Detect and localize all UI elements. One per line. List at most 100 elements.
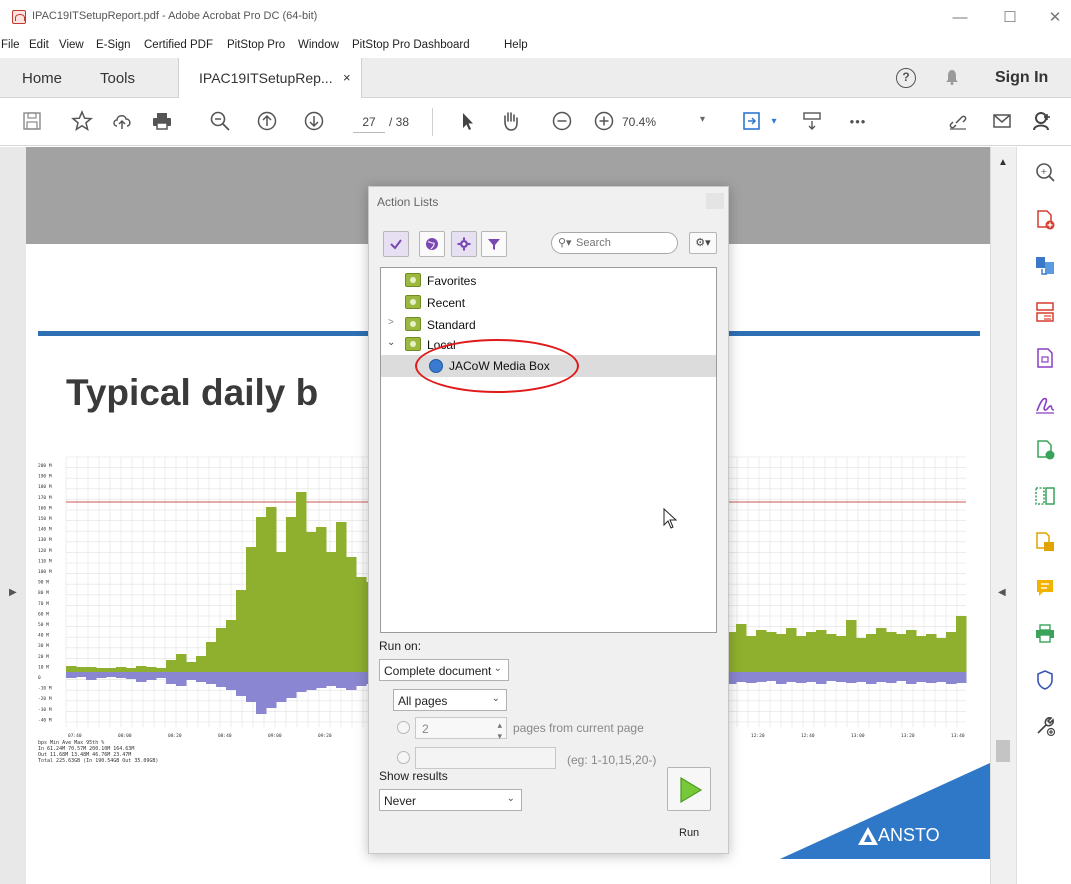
comment-icon[interactable] [1034, 577, 1056, 599]
pages-from-current-radio[interactable] [397, 721, 410, 734]
menu-edit[interactable]: Edit [29, 39, 49, 51]
menu-view[interactable]: View [59, 39, 84, 51]
zoom-in-icon[interactable] [592, 110, 616, 134]
run-on-select[interactable]: Complete document ⌄ [379, 659, 509, 681]
tree-item-jacow-media-box[interactable]: JACoW Media Box [381, 355, 716, 377]
minimize-button[interactable]: — [945, 6, 975, 30]
upload-cloud-icon[interactable] [110, 110, 134, 134]
pages-count-stepper[interactable]: 2 ▴ ▾ [415, 717, 507, 742]
search-field[interactable]: ⚲▾ [551, 232, 678, 254]
expand-left-panel-icon[interactable]: ▶ [9, 587, 17, 598]
dialog-close-button[interactable] [706, 193, 724, 209]
tab-home[interactable]: Home [22, 70, 62, 87]
tree-item-standard[interactable]: > Standard [381, 314, 716, 336]
svg-text:100 M: 100 M [38, 569, 52, 575]
print-production-icon[interactable] [1034, 623, 1056, 645]
close-tab-icon[interactable]: × [343, 70, 351, 85]
tree-item-favorites[interactable]: Favorites [381, 270, 716, 292]
previous-page-icon[interactable] [255, 110, 279, 134]
tab-tools[interactable]: Tools [100, 70, 135, 87]
menu-bar: File Edit View E-Sign Certified PDF PitS… [0, 37, 1071, 55]
action-list-tree[interactable]: Favorites Recent > Standard ⌄ Local JACo… [380, 267, 717, 633]
page-range-input[interactable] [415, 747, 556, 769]
ansto-logo-icon [858, 827, 878, 845]
zoom-out-icon[interactable] [550, 110, 574, 134]
zoom-out-magnifier-icon[interactable] [208, 110, 232, 134]
bell-icon[interactable] [945, 69, 959, 85]
svg-text:130 M: 130 M [38, 537, 52, 543]
pages-select[interactable]: All pages ⌄ [393, 689, 507, 711]
scrollbar-thumb[interactable] [996, 740, 1010, 762]
search-icon: ⚲▾ [558, 237, 572, 249]
filter-funnel-icon[interactable] [481, 231, 507, 257]
sign-in-button[interactable]: Sign In [995, 69, 1048, 87]
zoom-dropdown-arrow-icon[interactable]: ▾ [700, 114, 705, 125]
page-range-radio[interactable] [397, 751, 410, 764]
stepper-arrows-icon[interactable]: ▴ ▾ [497, 720, 502, 742]
menu-file[interactable]: File [1, 39, 20, 51]
svg-text:150 M: 150 M [38, 516, 52, 522]
tree-item-label: Recent [427, 296, 466, 310]
show-results-select[interactable]: Never ⌄ [379, 789, 522, 811]
tab-bar: Home Tools IPAC19ITSetupRep... × ? Sign … [0, 58, 1071, 98]
bookmark-star-icon[interactable] [70, 110, 94, 134]
page-fit-icon[interactable] [740, 110, 764, 134]
menu-window[interactable]: Window [298, 39, 339, 51]
help-icon[interactable]: ? [896, 68, 916, 88]
email-icon[interactable] [990, 110, 1014, 134]
run-button[interactable] [667, 767, 711, 811]
tree-item-recent[interactable]: Recent [381, 292, 716, 314]
menu-certified-pdf[interactable]: Certified PDF [144, 39, 213, 51]
organize-pages-icon[interactable] [1034, 301, 1056, 323]
maximize-button[interactable]: ☐ [995, 6, 1025, 30]
menu-pitstop-pro[interactable]: PitStop Pro [227, 39, 285, 51]
svg-text:20 M: 20 M [38, 654, 49, 660]
options-gear-icon[interactable]: ⚙▾ [689, 232, 717, 254]
print-icon[interactable] [150, 110, 174, 134]
page-number-input[interactable]: 27 [353, 111, 385, 133]
collapse-chevron-icon[interactable]: ⌄ [387, 337, 395, 348]
hand-tool-icon[interactable] [498, 110, 522, 134]
send-for-signature-icon[interactable] [1034, 439, 1056, 461]
scroll-mode-icon[interactable] [800, 110, 824, 134]
next-page-icon[interactable] [302, 110, 326, 134]
select-cursor-icon[interactable] [455, 110, 479, 134]
run-on-label: Run on: [379, 639, 422, 653]
filter-checkmark-icon[interactable] [383, 231, 409, 257]
more-tools-wrench-icon[interactable] [1034, 715, 1056, 737]
filter-gear-icon[interactable] [451, 231, 477, 257]
svg-text:12:20: 12:20 [751, 733, 765, 739]
filter-globe-icon[interactable] [419, 231, 445, 257]
add-user-icon[interactable] [1030, 110, 1054, 134]
more-tools-icon[interactable]: ••• [846, 110, 870, 134]
zoom-search-icon[interactable]: + [1034, 161, 1056, 183]
combine-files-icon[interactable] [1034, 531, 1056, 553]
left-panel-toggle[interactable]: ▶ [0, 147, 26, 884]
scroll-up-icon[interactable]: ▲ [998, 157, 1008, 168]
export-pdf-icon[interactable] [1034, 255, 1056, 277]
tree-item-local[interactable]: ⌄ Local [381, 334, 716, 356]
create-pdf-icon[interactable] [1034, 209, 1056, 231]
mouse-pointer-icon [663, 508, 678, 529]
svg-text:50 M: 50 M [38, 622, 49, 628]
collapse-right-panel-icon[interactable]: ◀ [998, 587, 1006, 598]
compare-files-icon[interactable] [1034, 485, 1056, 507]
menu-help[interactable]: Help [504, 39, 528, 51]
save-icon[interactable] [20, 110, 44, 134]
close-window-button[interactable]: ✕ [1040, 6, 1070, 30]
vertical-scrollbar[interactable]: ▲ ◀ [990, 147, 1016, 884]
svg-text:60 M: 60 M [38, 611, 49, 617]
protect-shield-icon[interactable] [1034, 669, 1056, 691]
share-link-icon[interactable] [946, 110, 970, 134]
edit-pdf-icon[interactable] [1034, 347, 1056, 369]
menu-esign[interactable]: E-Sign [96, 39, 131, 51]
page-fit-dropdown-icon[interactable]: ▾ [762, 110, 786, 134]
zoom-level[interactable]: 70.4% [622, 115, 656, 129]
svg-text:13:00: 13:00 [851, 733, 865, 739]
search-input[interactable] [576, 235, 672, 251]
menu-pitstop-dashboard[interactable]: PitStop Pro Dashboard [352, 39, 470, 51]
expand-chevron-icon[interactable]: > [388, 317, 394, 328]
svg-text:-20 M: -20 M [38, 696, 52, 702]
tab-document[interactable]: IPAC19ITSetupRep... × [178, 58, 362, 98]
fill-sign-icon[interactable] [1034, 393, 1056, 415]
